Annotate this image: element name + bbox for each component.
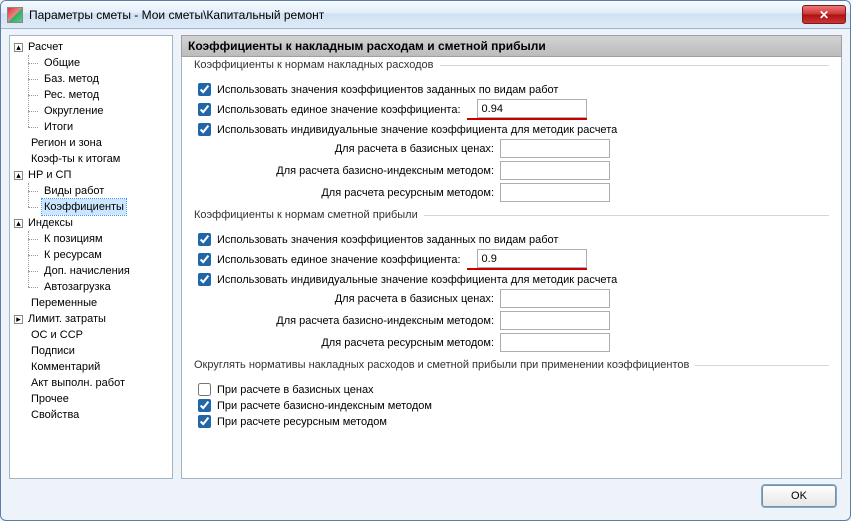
- row-sp-basic-index: Для расчета базисно-индексным методом:: [194, 311, 829, 330]
- tree-item-itogi[interactable]: Итоги: [10, 119, 172, 135]
- checkbox-nr-individual[interactable]: [198, 123, 211, 136]
- checkbox-nr-single[interactable]: [198, 103, 211, 116]
- window-title: Параметры сметы - Мои сметы\Капитальный …: [29, 8, 802, 22]
- label-nr-single: Использовать единое значение коэффициент…: [217, 104, 461, 116]
- tree-item-nr-sp[interactable]: ▴НР и СП: [10, 167, 172, 183]
- tree-item-vidy-rabot[interactable]: Виды работ: [10, 183, 172, 199]
- tree-item-avtozagruzka[interactable]: Автозагрузка: [10, 279, 172, 295]
- app-icon: [7, 7, 23, 23]
- tree-item-k-poziciyam[interactable]: К позициям: [10, 231, 172, 247]
- expand-icon[interactable]: ▸: [14, 315, 23, 324]
- input-sp-basic-index[interactable]: [500, 311, 610, 330]
- tree-item-dop-nachisleniya[interactable]: Доп. начисления: [10, 263, 172, 279]
- tree-item-akt-vypoln[interactable]: Акт выполн. работ: [10, 375, 172, 391]
- label-sp-by-work-types: Использовать значения коэффициентов зада…: [217, 234, 558, 246]
- label-sp-resource: Для расчета ресурсным методом:: [206, 337, 500, 349]
- label-nr-basic-index: Для расчета базисно-индексным методом:: [206, 165, 500, 177]
- close-button[interactable]: ✕: [802, 5, 846, 24]
- row-sp-by-work-types: Использовать значения коэффициентов зада…: [194, 233, 829, 246]
- tree-item-baz-metod[interactable]: Баз. метод: [10, 71, 172, 87]
- close-icon: ✕: [819, 8, 829, 22]
- tree-item-region-zona[interactable]: Регион и зона: [10, 135, 172, 151]
- label-sp-individual: Использовать индивидуальные значение коэ…: [217, 274, 617, 286]
- row-nr-resource: Для расчета ресурсным методом:: [194, 183, 829, 202]
- tree-item-raschet[interactable]: ▴Расчет: [10, 39, 172, 55]
- row-sp-individual: Использовать индивидуальные значение коэ…: [194, 273, 829, 286]
- row-sp-basic: Для расчета в базисных ценах:: [194, 289, 829, 308]
- label-sp-single: Использовать единое значение коэффициент…: [217, 254, 461, 266]
- row-nr-single: Использовать единое значение коэффициент…: [194, 99, 829, 120]
- checkbox-round-resource[interactable]: [198, 415, 211, 428]
- panel-header: Коэффициенты к накладным расходам и смет…: [181, 35, 842, 57]
- label-nr-basic: Для расчета в базисных ценах:: [206, 143, 500, 155]
- row-nr-individual: Использовать индивидуальные значение коэ…: [194, 123, 829, 136]
- label-nr-resource: Для расчета ресурсным методом:: [206, 187, 500, 199]
- tree-item-indeksy[interactable]: ▴Индексы: [10, 215, 172, 231]
- checkbox-sp-by-work-types[interactable]: [198, 233, 211, 246]
- input-nr-resource[interactable]: [500, 183, 610, 202]
- titlebar: Параметры сметы - Мои сметы\Капитальный …: [1, 1, 850, 29]
- checkbox-sp-single[interactable]: [198, 253, 211, 266]
- row-nr-basic-index: Для расчета базисно-индексным методом:: [194, 161, 829, 180]
- row-nr-by-work-types: Использовать значения коэффициентов зада…: [194, 83, 829, 96]
- tree-item-obshchie[interactable]: Общие: [10, 55, 172, 71]
- tree-item-res-metod[interactable]: Рес. метод: [10, 87, 172, 103]
- settings-panel: Коэффициенты к накладным расходам и смет…: [181, 35, 842, 479]
- group-sp: Коэффициенты к нормам сметной прибыли Ис…: [194, 215, 829, 355]
- collapse-icon[interactable]: ▴: [14, 219, 23, 228]
- tree-item-prochee[interactable]: Прочее: [10, 391, 172, 407]
- tree-item-os-ssr[interactable]: ОС и ССР: [10, 327, 172, 343]
- input-sp-single-value[interactable]: [477, 249, 587, 268]
- label-round-basic-index: При расчете базисно-индексным методом: [217, 400, 432, 412]
- content-area: ▴Расчет Общие Баз. метод Рес. метод Окру…: [1, 29, 850, 479]
- tree-item-koefficienty[interactable]: Коэффициенты: [10, 199, 172, 215]
- tree-item-svoistva[interactable]: Свойства: [10, 407, 172, 423]
- row-sp-single: Использовать единое значение коэффициент…: [194, 249, 829, 270]
- tree-item-limit-zatraty[interactable]: ▸Лимит. затраты: [10, 311, 172, 327]
- input-sp-resource[interactable]: [500, 333, 610, 352]
- input-nr-basic-index[interactable]: [500, 161, 610, 180]
- tree-item-peremennye[interactable]: Переменные: [10, 295, 172, 311]
- tree-item-kommentarii[interactable]: Комментарий: [10, 359, 172, 375]
- label-nr-by-work-types: Использовать значения коэффициентов зада…: [217, 84, 558, 96]
- tree-item-k-resursam[interactable]: К ресурсам: [10, 247, 172, 263]
- input-sp-basic[interactable]: [500, 289, 610, 308]
- input-nr-single-value[interactable]: [477, 99, 587, 118]
- panel-body: Коэффициенты к нормам накладных расходов…: [181, 57, 842, 479]
- ok-button[interactable]: OK: [762, 485, 836, 507]
- label-round-resource: При расчете ресурсным методом: [217, 416, 387, 428]
- navigation-tree: ▴Расчет Общие Баз. метод Рес. метод Окру…: [9, 35, 173, 479]
- group-rounding-legend: Округлять нормативы накладных расходов и…: [194, 359, 695, 371]
- group-sp-legend: Коэффициенты к нормам сметной прибыли: [194, 209, 424, 221]
- row-sp-resource: Для расчета ресурсным методом:: [194, 333, 829, 352]
- group-nr-legend: Коэффициенты к нормам накладных расходов: [194, 59, 440, 71]
- row-round-resource: При расчете ресурсным методом: [194, 415, 829, 428]
- checkbox-round-basic[interactable]: [198, 383, 211, 396]
- checkbox-nr-by-work-types[interactable]: [198, 83, 211, 96]
- tree-item-okruglenie[interactable]: Округление: [10, 103, 172, 119]
- collapse-icon[interactable]: ▴: [14, 43, 23, 52]
- group-rounding: Округлять нормативы накладных расходов и…: [194, 365, 829, 431]
- checkbox-round-basic-index[interactable]: [198, 399, 211, 412]
- tree-item-podpisi[interactable]: Подписи: [10, 343, 172, 359]
- collapse-icon[interactable]: ▴: [14, 171, 23, 180]
- tree-item-koef-itogam[interactable]: Коэф-ты к итогам: [10, 151, 172, 167]
- label-sp-basic: Для расчета в базисных ценах:: [206, 293, 500, 305]
- dialog-footer: OK: [1, 479, 850, 513]
- label-nr-individual: Использовать индивидуальные значение коэ…: [217, 124, 617, 136]
- label-round-basic: При расчете в базисных ценах: [217, 384, 374, 396]
- row-round-basic-index: При расчете базисно-индексным методом: [194, 399, 829, 412]
- checkbox-sp-individual[interactable]: [198, 273, 211, 286]
- row-round-basic: При расчете в базисных ценах: [194, 383, 829, 396]
- row-nr-basic: Для расчета в базисных ценах:: [194, 139, 829, 158]
- input-nr-basic[interactable]: [500, 139, 610, 158]
- group-nr: Коэффициенты к нормам накладных расходов…: [194, 65, 829, 205]
- label-sp-basic-index: Для расчета базисно-индексным методом:: [206, 315, 500, 327]
